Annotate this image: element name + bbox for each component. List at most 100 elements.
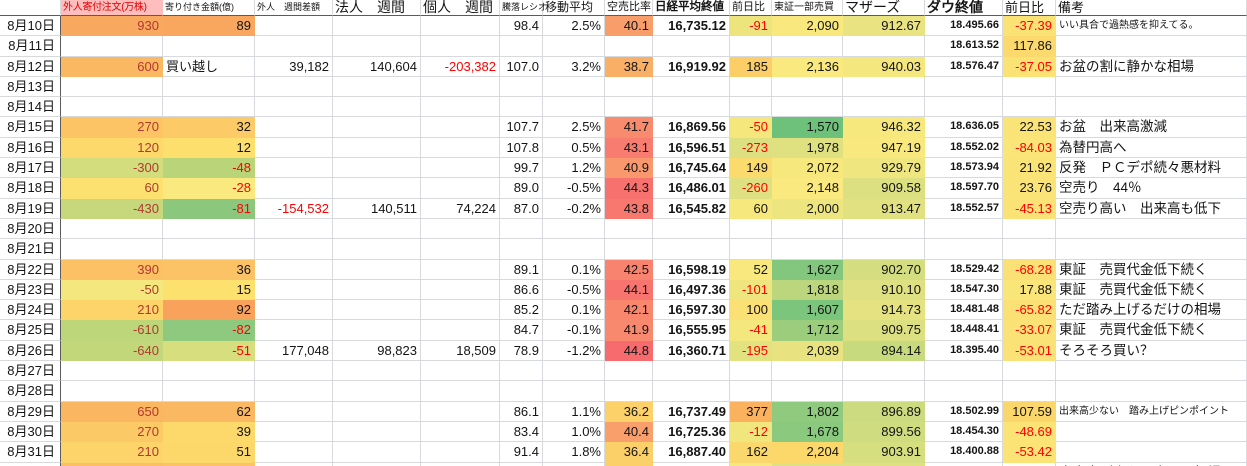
table-cell[interactable] xyxy=(1003,97,1056,117)
table-cell[interactable] xyxy=(1003,361,1056,381)
table-cell[interactable]: -154,532 xyxy=(255,199,333,219)
table-cell[interactable]: 16,869.56 xyxy=(653,117,730,137)
table-cell[interactable]: 87.0 xyxy=(500,199,543,219)
table-cell[interactable] xyxy=(421,422,500,442)
table-cell[interactable]: -28 xyxy=(163,178,255,198)
date-cell[interactable]: 8月20日 xyxy=(0,219,61,239)
table-cell[interactable] xyxy=(730,219,772,239)
table-cell[interactable] xyxy=(421,442,500,462)
table-cell[interactable]: 117.86 xyxy=(1003,36,1056,56)
table-cell[interactable]: 40.1 xyxy=(605,16,653,36)
table-cell[interactable] xyxy=(730,36,772,56)
table-cell[interactable]: 940.03 xyxy=(843,57,925,77)
table-cell[interactable]: 149 xyxy=(730,158,772,178)
table-cell[interactable]: 0.1% xyxy=(543,300,605,320)
table-cell[interactable] xyxy=(333,361,421,381)
table-cell[interactable]: 903.91 xyxy=(843,442,925,462)
table-cell[interactable]: 1.0% xyxy=(543,422,605,442)
table-cell[interactable]: 2.0% xyxy=(543,463,605,466)
table-cell[interactable]: 16,737.49 xyxy=(653,402,730,422)
date-cell[interactable]: 8月21日 xyxy=(0,239,61,259)
table-cell[interactable]: -33.07 xyxy=(1003,320,1056,340)
table-cell[interactable]: 162 xyxy=(730,442,772,462)
table-cell[interactable] xyxy=(772,97,843,117)
table-cell[interactable]: 買い越し xyxy=(163,57,255,77)
table-cell[interactable]: 107.0 xyxy=(500,57,543,77)
table-cell[interactable]: 2,000 xyxy=(772,199,843,219)
table-cell[interactable]: 902.70 xyxy=(843,260,925,280)
table-cell[interactable]: -37.39 xyxy=(1003,16,1056,36)
table-cell[interactable] xyxy=(543,36,605,56)
table-cell[interactable] xyxy=(605,381,653,401)
table-cell[interactable]: -82 xyxy=(163,320,255,340)
table-cell[interactable]: 62 xyxy=(163,402,255,422)
table-cell[interactable]: 600 xyxy=(61,57,163,77)
table-cell[interactable] xyxy=(333,280,421,300)
col-header-k[interactable]: 前日比 xyxy=(730,0,772,16)
table-cell[interactable] xyxy=(772,219,843,239)
table-cell[interactable] xyxy=(163,361,255,381)
table-cell[interactable] xyxy=(421,280,500,300)
table-cell[interactable]: 42.1 xyxy=(605,300,653,320)
table-cell[interactable] xyxy=(163,239,255,259)
table-cell[interactable]: -195 xyxy=(730,341,772,361)
table-cell[interactable] xyxy=(843,219,925,239)
table-cell[interactable]: 39,182 xyxy=(255,57,333,77)
table-cell[interactable]: -65.82 xyxy=(1003,300,1056,320)
table-cell[interactable]: 18.597.70 xyxy=(925,178,1003,198)
table-cell[interactable] xyxy=(255,219,333,239)
table-cell[interactable]: 185 xyxy=(730,57,772,77)
table-cell[interactable]: -48.69 xyxy=(1003,422,1056,442)
table-cell[interactable]: 58 xyxy=(163,463,255,466)
date-cell[interactable]: 8月28日 xyxy=(0,381,61,401)
table-cell[interactable]: 22.53 xyxy=(1003,117,1056,137)
table-cell[interactable] xyxy=(333,320,421,340)
table-cell[interactable]: 270 xyxy=(61,422,163,442)
table-cell[interactable] xyxy=(500,77,543,97)
table-cell[interactable]: 910.50 xyxy=(843,463,925,466)
table-cell[interactable] xyxy=(1003,77,1056,97)
col-header-o[interactable]: 前日比 xyxy=(1003,0,1056,16)
table-cell[interactable]: 16,545.82 xyxy=(653,199,730,219)
table-cell[interactable] xyxy=(255,463,333,466)
table-cell[interactable] xyxy=(333,178,421,198)
table-cell[interactable]: 120 xyxy=(61,138,163,158)
table-cell[interactable]: 92 xyxy=(163,300,255,320)
table-cell[interactable] xyxy=(333,97,421,117)
table-cell[interactable] xyxy=(61,219,163,239)
table-cell[interactable]: 86.6 xyxy=(500,280,543,300)
table-cell[interactable] xyxy=(730,381,772,401)
table-cell[interactable]: そろそろ買い？ xyxy=(1056,341,1247,361)
table-cell[interactable] xyxy=(255,239,333,259)
table-cell[interactable] xyxy=(925,77,1003,97)
table-cell[interactable] xyxy=(653,36,730,56)
table-cell[interactable] xyxy=(605,239,653,259)
table-cell[interactable] xyxy=(421,239,500,259)
table-cell[interactable] xyxy=(333,239,421,259)
date-cell[interactable]: 8月17日 xyxy=(0,158,61,178)
table-cell[interactable] xyxy=(333,77,421,97)
table-cell[interactable] xyxy=(421,178,500,198)
table-cell[interactable]: 98,823 xyxy=(333,341,421,361)
table-cell[interactable]: 2.5% xyxy=(543,117,605,137)
table-cell[interactable]: -68.28 xyxy=(1003,260,1056,280)
table-cell[interactable] xyxy=(333,117,421,137)
table-cell[interactable]: 16,360.71 xyxy=(653,341,730,361)
table-cell[interactable]: 52 xyxy=(730,260,772,280)
table-cell[interactable] xyxy=(421,138,500,158)
table-cell[interactable]: 894.14 xyxy=(843,341,925,361)
table-cell[interactable]: -91 xyxy=(730,16,772,36)
table-cell[interactable] xyxy=(500,239,543,259)
table-cell[interactable] xyxy=(333,16,421,36)
table-cell[interactable]: 912.67 xyxy=(843,16,925,36)
table-cell[interactable]: 100 xyxy=(730,300,772,320)
table-cell[interactable]: 16,597.30 xyxy=(653,300,730,320)
table-cell[interactable]: 41.9 xyxy=(605,320,653,340)
table-cell[interactable] xyxy=(421,117,500,137)
table-cell[interactable]: 913.47 xyxy=(843,199,925,219)
col-header-g[interactable]: 騰落レシオ xyxy=(500,0,543,16)
date-cell[interactable]: 8月13日 xyxy=(0,77,61,97)
table-cell[interactable]: 930 xyxy=(61,16,163,36)
table-cell[interactable]: 東証 売買代金低下続く xyxy=(1056,260,1247,280)
table-cell[interactable] xyxy=(1056,36,1247,56)
